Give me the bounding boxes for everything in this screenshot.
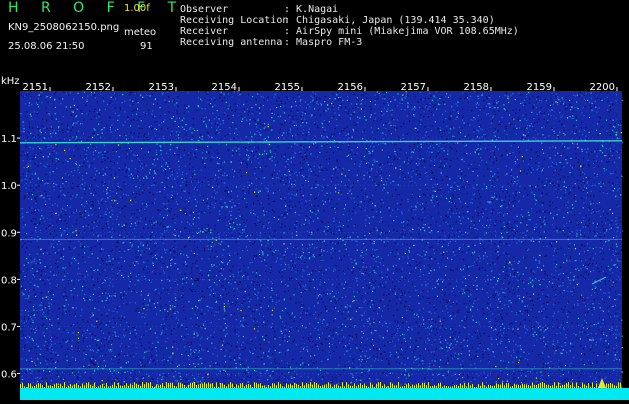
datetime-label: 25.08.06 21:50 bbox=[8, 41, 85, 52]
spectrogram-svg: 1.1 1.0 0.9 0.8 0.7 0.6 2151 2152 2153 2154 2155 2… bbox=[0, 72, 629, 400]
freq-tick-label: 0.9 bbox=[1, 228, 17, 239]
time-tick-label: 2200 bbox=[590, 82, 615, 93]
app-logo: H R O F F T bbox=[8, 0, 186, 16]
floor-bar bbox=[20, 388, 629, 400]
time-tick-label: 2152 bbox=[86, 82, 111, 93]
time-tick-label: 2157 bbox=[401, 82, 426, 93]
time-tick-label: 2155 bbox=[275, 82, 300, 93]
freq-tick-label: 1.0 bbox=[1, 181, 17, 192]
meteo-count: 91 bbox=[140, 41, 153, 52]
freq-tick-label: 1.1 bbox=[1, 134, 17, 145]
freq-tick-label: 0.6 bbox=[1, 370, 17, 381]
time-tick-label: 2151 bbox=[23, 82, 48, 93]
time-tick-label: 2156 bbox=[338, 82, 363, 93]
freq-tick-label: 0.7 bbox=[1, 322, 17, 333]
time-tick-label: 2154 bbox=[212, 82, 237, 93]
filename-label: KN9_2508062150.png bbox=[8, 22, 120, 33]
time-tick-label: 2159 bbox=[527, 82, 552, 93]
antenna-key: Receiving antenna bbox=[180, 37, 283, 48]
time-tick-label: 2158 bbox=[464, 82, 489, 93]
freq-unit-label: kHz bbox=[1, 76, 20, 87]
spectrogram-noise bbox=[20, 91, 624, 392]
freq-tick-label: 0.8 bbox=[1, 275, 17, 286]
spectrogram-panel: 1.1 1.0 0.9 0.8 0.7 0.6 2151 2152 2153 2154 2155 2… bbox=[0, 72, 629, 400]
antenna-value: : Maspro FM-3 bbox=[284, 37, 363, 48]
time-tick-label: 2153 bbox=[149, 82, 174, 93]
header-panel: H R O F F T 1.00f KN9_2508062150.png met… bbox=[0, 0, 629, 72]
meteo-label: meteo bbox=[124, 27, 157, 38]
version-label: 1.00f bbox=[124, 3, 150, 14]
